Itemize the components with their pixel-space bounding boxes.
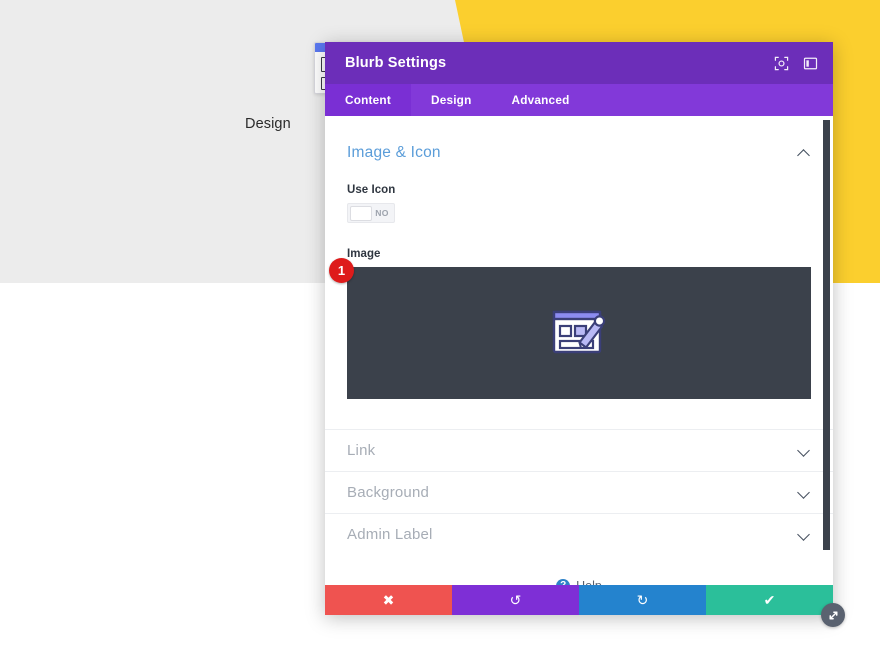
- section-link[interactable]: Link: [325, 428, 833, 471]
- step-badge-1: 1: [329, 257, 354, 283]
- undo-button[interactable]: ↺: [452, 585, 579, 615]
- modal-tabs: Content Design Advanced: [325, 84, 833, 116]
- layout-panel-icon[interactable]: [801, 54, 819, 72]
- cancel-button[interactable]: ✖: [325, 585, 452, 615]
- modal-scroll-area: Image & Icon Use Icon NO Image 1 Link Ba…: [325, 116, 833, 585]
- use-icon-toggle-knob: [350, 205, 372, 221]
- section-admin-label[interactable]: Admin Label: [325, 512, 833, 555]
- section-link-title: Link: [347, 441, 376, 459]
- question-circle-icon: ?: [556, 578, 571, 585]
- chevron-down-icon[interactable]: [797, 485, 811, 499]
- field-use-icon: Use Icon NO: [325, 184, 833, 226]
- field-use-icon-label: Use Icon: [347, 184, 396, 196]
- tab-content[interactable]: Content: [325, 84, 411, 116]
- blurb-settings-modal: Blurb Settings Content Design Advanced I…: [325, 42, 845, 627]
- screenshot-root: Design Blurb Settings Content Design Adv…: [0, 0, 880, 655]
- image-upload-dropzone[interactable]: 1: [329, 257, 811, 399]
- redo-button[interactable]: ↻: [579, 585, 706, 615]
- modal-body: Image & Icon Use Icon NO Image 1 Link Ba…: [325, 116, 833, 585]
- help-link[interactable]: ? Help: [325, 578, 833, 586]
- modal-header-actions: [772, 54, 819, 72]
- help-label: Help: [576, 579, 602, 586]
- section-admin-label-title: Admin Label: [347, 525, 433, 543]
- resize-grip-icon[interactable]: [821, 603, 845, 627]
- modal-header: Blurb Settings: [325, 42, 833, 84]
- use-icon-toggle[interactable]: NO: [347, 203, 395, 223]
- page-design-heading: Design: [245, 116, 291, 132]
- modal-scrollbar-thumb[interactable]: [823, 120, 830, 550]
- tab-design[interactable]: Design: [411, 84, 492, 116]
- image-placeholder-icon: [552, 310, 606, 353]
- section-image-and-icon-title: Image & Icon: [347, 144, 441, 161]
- modal-scrollbar-track[interactable]: [819, 116, 833, 585]
- tab-advanced[interactable]: Advanced: [492, 84, 590, 116]
- modal-title: Blurb Settings: [345, 55, 447, 71]
- target-expand-icon[interactable]: [772, 54, 790, 72]
- chevron-down-icon[interactable]: [797, 443, 811, 457]
- section-image-and-icon-header[interactable]: Image & Icon: [325, 116, 833, 162]
- field-image-label: Image: [347, 247, 381, 260]
- section-background[interactable]: Background: [325, 470, 833, 513]
- save-button[interactable]: ✔: [706, 585, 833, 615]
- modal-footer: ✖ ↺ ↻ ✔: [325, 585, 833, 615]
- chevron-up-icon[interactable]: [797, 146, 811, 160]
- section-background-title: Background: [347, 483, 430, 501]
- field-image: Image: [325, 248, 833, 260]
- chevron-down-icon[interactable]: [797, 527, 811, 541]
- use-icon-toggle-value: NO: [375, 208, 389, 218]
